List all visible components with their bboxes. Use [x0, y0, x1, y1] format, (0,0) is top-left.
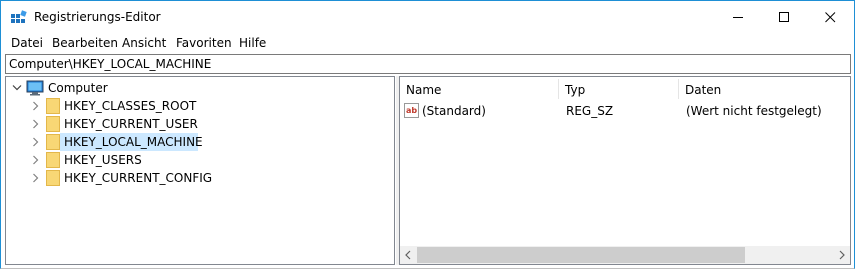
menu-hilfe[interactable]: Hilfe: [239, 36, 266, 50]
chevron-down-icon[interactable]: [12, 84, 22, 92]
column-header-label: Daten: [685, 83, 722, 97]
tree-node-hkey-current-user[interactable]: HKEY_CURRENT_USER: [6, 115, 391, 133]
scroll-right-icon: [839, 250, 845, 260]
column-header-data[interactable]: Daten: [679, 77, 850, 101]
tree-node-hkey-users[interactable]: HKEY_USERS: [6, 151, 391, 169]
tree-label-hive: HKEY_CLASSES_ROOT: [64, 99, 197, 113]
tree-label-computer: Computer: [48, 81, 108, 95]
column-header-label: Typ: [565, 83, 586, 97]
value-name: (Standard): [422, 104, 486, 118]
close-button[interactable]: [807, 1, 853, 33]
chevron-right-icon[interactable]: [32, 173, 40, 183]
value-list[interactable]: Name Typ Daten ab (Standard) REG_SZ (Wer…: [399, 76, 851, 265]
scroll-left-icon: [405, 250, 411, 260]
horizontal-scrollbar[interactable]: [400, 246, 850, 264]
address-bar[interactable]: Computer\HKEY_LOCAL_MACHINE: [5, 54, 851, 74]
minimize-icon: [733, 17, 743, 18]
folder-icon: [46, 116, 60, 132]
scrollbar-thumb[interactable]: [417, 247, 745, 263]
tree-label-hive: HKEY_LOCAL_MACHINE: [64, 135, 203, 149]
column-header-name[interactable]: Name: [400, 77, 559, 101]
string-value-icon: ab: [404, 103, 419, 118]
menu-favoriten[interactable]: Favoriten: [176, 36, 232, 50]
tree-label-hive: HKEY_USERS: [64, 153, 142, 167]
tree-node-hkey-current-config[interactable]: HKEY_CURRENT_CONFIG: [6, 169, 391, 187]
folder-icon: [46, 98, 60, 114]
address-path: Computer\HKEY_LOCAL_MACHINE: [9, 57, 212, 71]
key-tree[interactable]: Computer HKEY_CLASSES_ROOT HKEY_CURRENT_…: [5, 76, 395, 265]
value-type: REG_SZ: [566, 104, 614, 118]
tree-node-hkey-local-machine[interactable]: HKEY_LOCAL_MACHINE: [6, 133, 391, 151]
tree-node-hkey-classes-root[interactable]: HKEY_CLASSES_ROOT: [6, 97, 391, 115]
scroll-right-button[interactable]: [833, 246, 850, 264]
chevron-right-icon[interactable]: [32, 101, 40, 111]
menu-datei[interactable]: Datei: [11, 36, 43, 50]
column-header-label: Name: [406, 83, 442, 97]
svg-text:ab: ab: [406, 106, 417, 115]
maximize-icon: [779, 12, 789, 22]
close-icon: [825, 12, 836, 23]
computer-icon: [26, 80, 44, 96]
folder-icon: [46, 134, 60, 150]
tree-label-hive: HKEY_CURRENT_CONFIG: [64, 171, 213, 185]
title-bar[interactable]: Registrierungs-Editor: [1, 1, 854, 33]
scroll-left-button[interactable]: [400, 246, 417, 264]
tree-label-hive: HKEY_CURRENT_USER: [64, 117, 198, 131]
tree-node-computer[interactable]: Computer: [6, 79, 391, 97]
chevron-right-icon[interactable]: [32, 155, 40, 165]
menu-bearbeiten[interactable]: Bearbeiten: [52, 36, 118, 50]
chevron-right-icon[interactable]: [32, 119, 40, 129]
value-data: (Wert nicht festgelegt): [686, 104, 822, 118]
minimize-button[interactable]: [715, 1, 761, 33]
chevron-right-icon[interactable]: [32, 137, 40, 147]
column-header-type[interactable]: Typ: [559, 77, 679, 101]
window-title: Registrierungs-Editor: [34, 10, 161, 24]
folder-icon: [46, 170, 60, 186]
menu-bar: Datei Bearbeiten Ansicht Favoriten Hilfe: [1, 35, 854, 53]
folder-icon: [46, 152, 60, 168]
registry-editor-window: Registrierungs-Editor Datei Bearbeiten A…: [0, 0, 855, 269]
maximize-button[interactable]: [761, 1, 807, 33]
menu-ansicht[interactable]: Ansicht: [122, 36, 166, 50]
registry-editor-icon: [11, 10, 27, 26]
